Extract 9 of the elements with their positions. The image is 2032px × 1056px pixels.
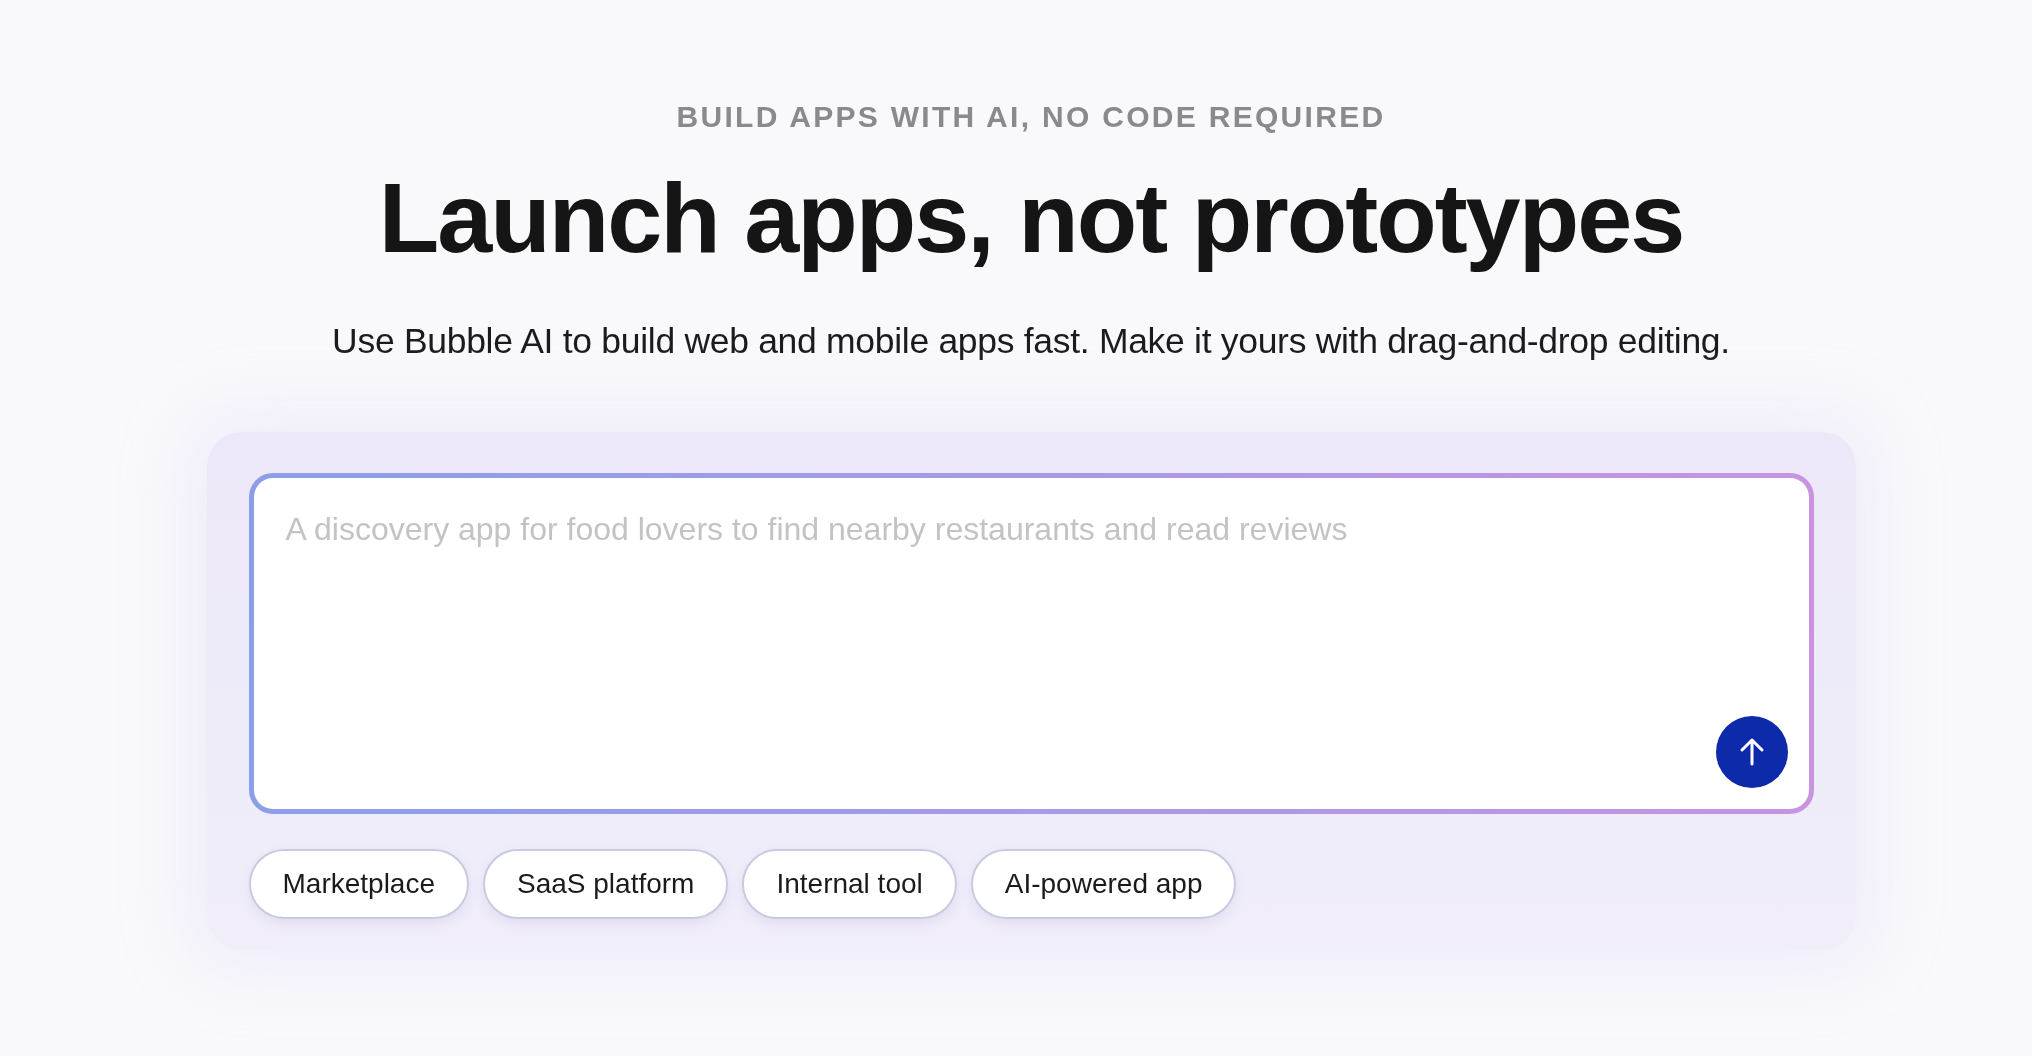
- suggestion-chip[interactable]: Marketplace: [248, 849, 469, 919]
- suggestion-chip[interactable]: Internal tool: [742, 849, 957, 919]
- headline: Launch apps, not prototypes: [378, 163, 1684, 273]
- arrow-up-icon: [1739, 738, 1764, 766]
- suggestion-chip[interactable]: AI-powered app: [970, 849, 1237, 919]
- prompt-field[interactable]: A discovery app for food lovers to find nearby restaurants and read reviews: [248, 473, 1814, 814]
- subtitle-text: Use Bubble AI to build web and mobile apps fast. Make it yours with drag-and-drop editing.: [332, 321, 1730, 361]
- suggestion-chip[interactable]: SaaS platform: [483, 849, 729, 919]
- eyebrow-text: BUILD APPS WITH AI, NO CODE REQUIRED: [676, 100, 1386, 134]
